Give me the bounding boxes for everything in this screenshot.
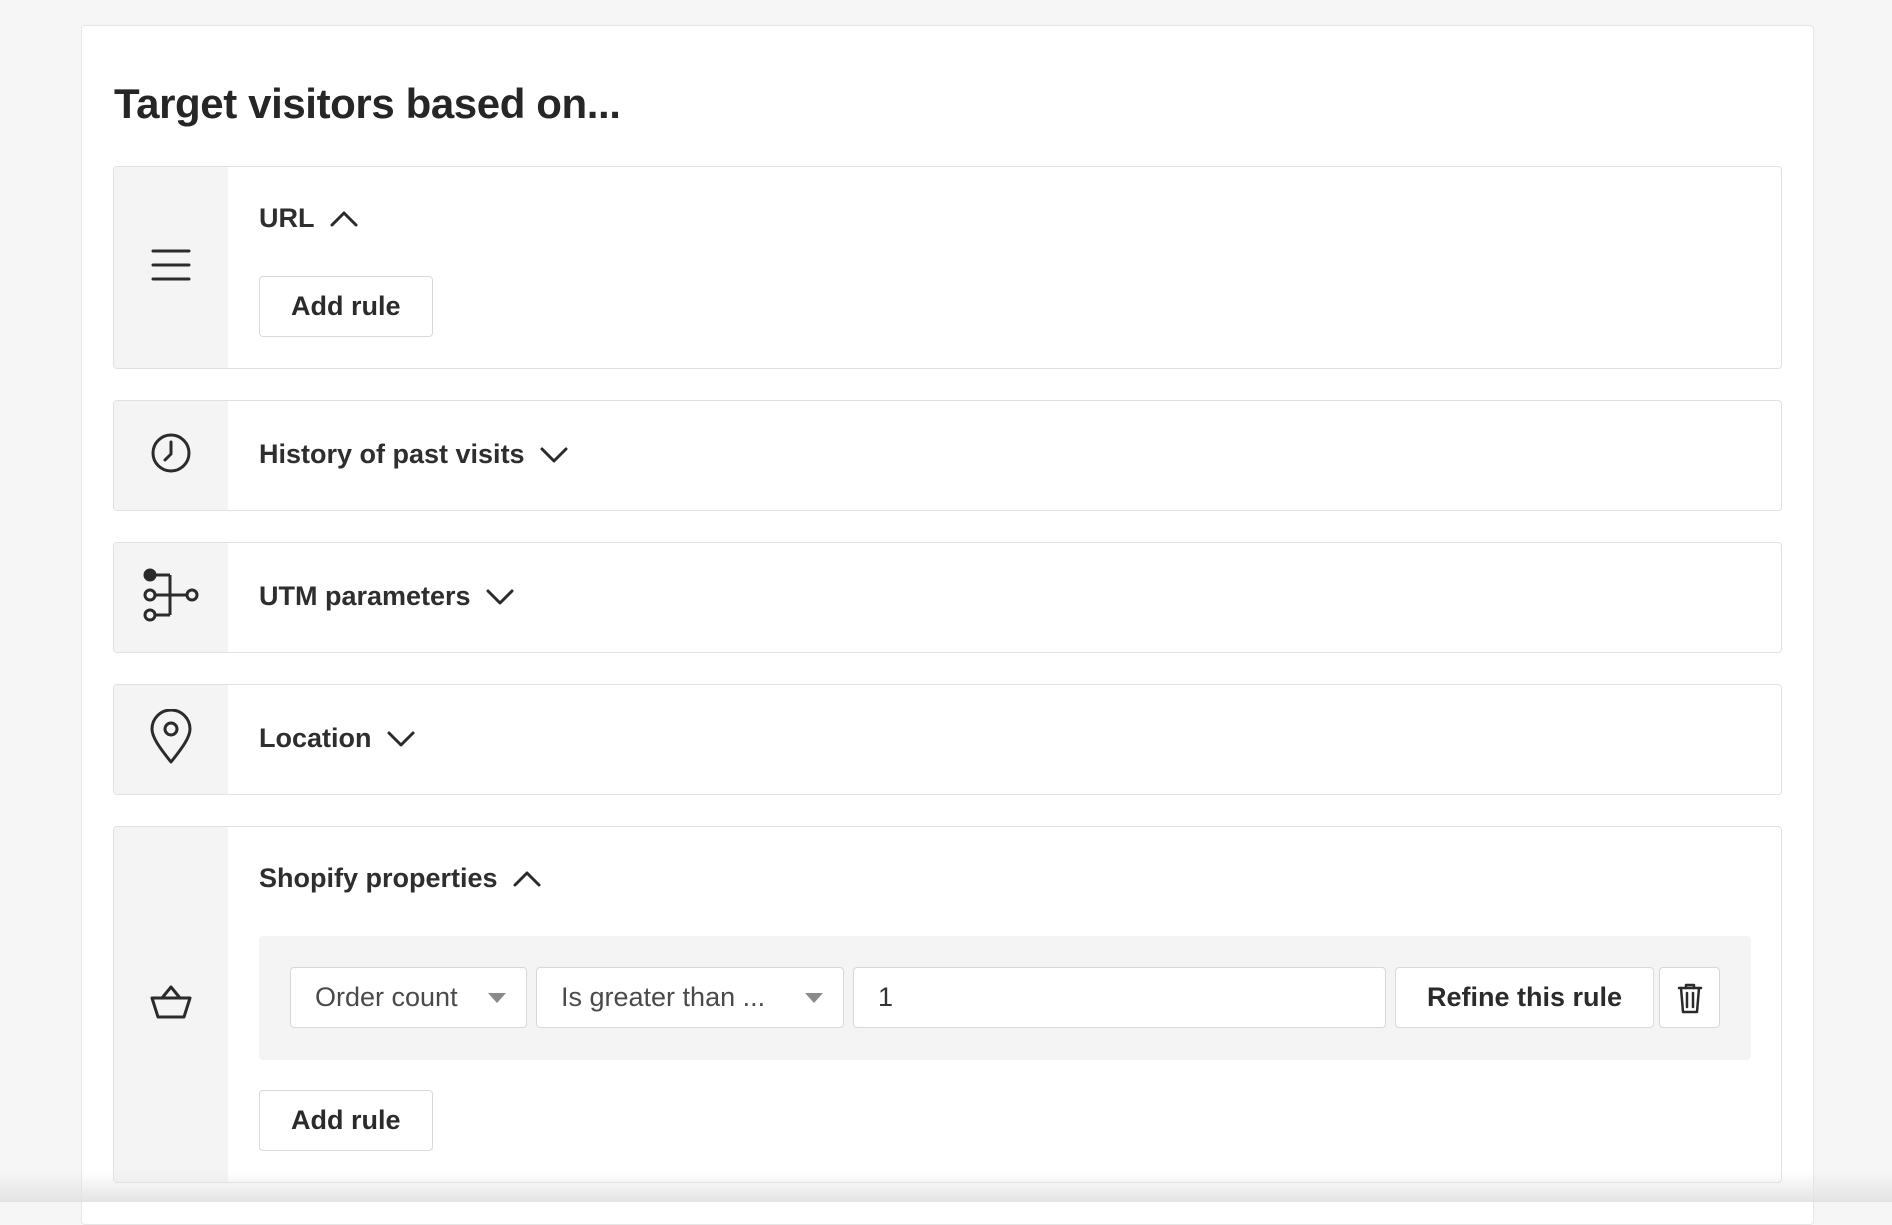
operator-select-value: Is greater than ... [561, 982, 765, 1013]
section-rail [114, 827, 228, 1182]
section-shopify-toggle[interactable]: Shopify properties [259, 863, 542, 894]
url-add-rule-button[interactable]: Add rule [259, 276, 433, 337]
chevron-down-icon [539, 445, 569, 465]
page-title: Target visitors based on... [114, 80, 621, 128]
operator-select[interactable]: Is greater than ... [536, 967, 844, 1028]
section-location: Location [113, 684, 1782, 795]
section-rail [114, 685, 228, 794]
caret-down-icon [488, 993, 506, 1003]
section-location-toggle[interactable]: Location [259, 723, 416, 754]
chevron-down-icon [386, 729, 416, 749]
property-select-value: Order count [315, 982, 458, 1013]
section-rail [114, 167, 228, 368]
section-rail [114, 543, 228, 652]
chevron-up-icon [512, 869, 542, 889]
property-select[interactable]: Order count [290, 967, 527, 1028]
caret-down-icon [805, 993, 823, 1003]
section-url: URL Add rule [113, 166, 1782, 369]
section-rail [114, 401, 228, 510]
section-history: History of past visits [113, 400, 1782, 511]
section-history-toggle[interactable]: History of past visits [259, 439, 569, 470]
rule-value-text: 1 [878, 982, 893, 1013]
targeting-card: Target visitors based on... URL Add rule… [81, 25, 1814, 1225]
section-shopify: Shopify properties Order count Is greate… [113, 826, 1782, 1183]
section-utm-toggle[interactable]: UTM parameters [259, 581, 515, 612]
utm-branch-icon [142, 568, 200, 627]
section-history-title: History of past visits [259, 439, 525, 470]
refine-rule-button[interactable]: Refine this rule [1395, 967, 1654, 1028]
chevron-down-icon [485, 587, 515, 607]
section-url-title: URL [259, 203, 315, 234]
basket-icon [150, 984, 192, 1025]
clock-icon [150, 432, 192, 479]
section-utm: UTM parameters [113, 542, 1782, 653]
section-location-title: Location [259, 723, 372, 754]
map-pin-icon [149, 709, 193, 770]
delete-rule-button[interactable] [1659, 967, 1720, 1028]
section-shopify-title: Shopify properties [259, 863, 498, 894]
bottom-fade [0, 1172, 1892, 1202]
chevron-up-icon [329, 209, 359, 229]
section-utm-title: UTM parameters [259, 581, 471, 612]
shopify-add-rule-button[interactable]: Add rule [259, 1090, 433, 1151]
trash-icon [1677, 982, 1703, 1014]
list-icon [151, 247, 191, 288]
rule-value-input[interactable]: 1 [853, 967, 1386, 1028]
rule-row: Order count Is greater than ... 1 Refine… [259, 936, 1751, 1060]
section-url-toggle[interactable]: URL [259, 203, 359, 234]
